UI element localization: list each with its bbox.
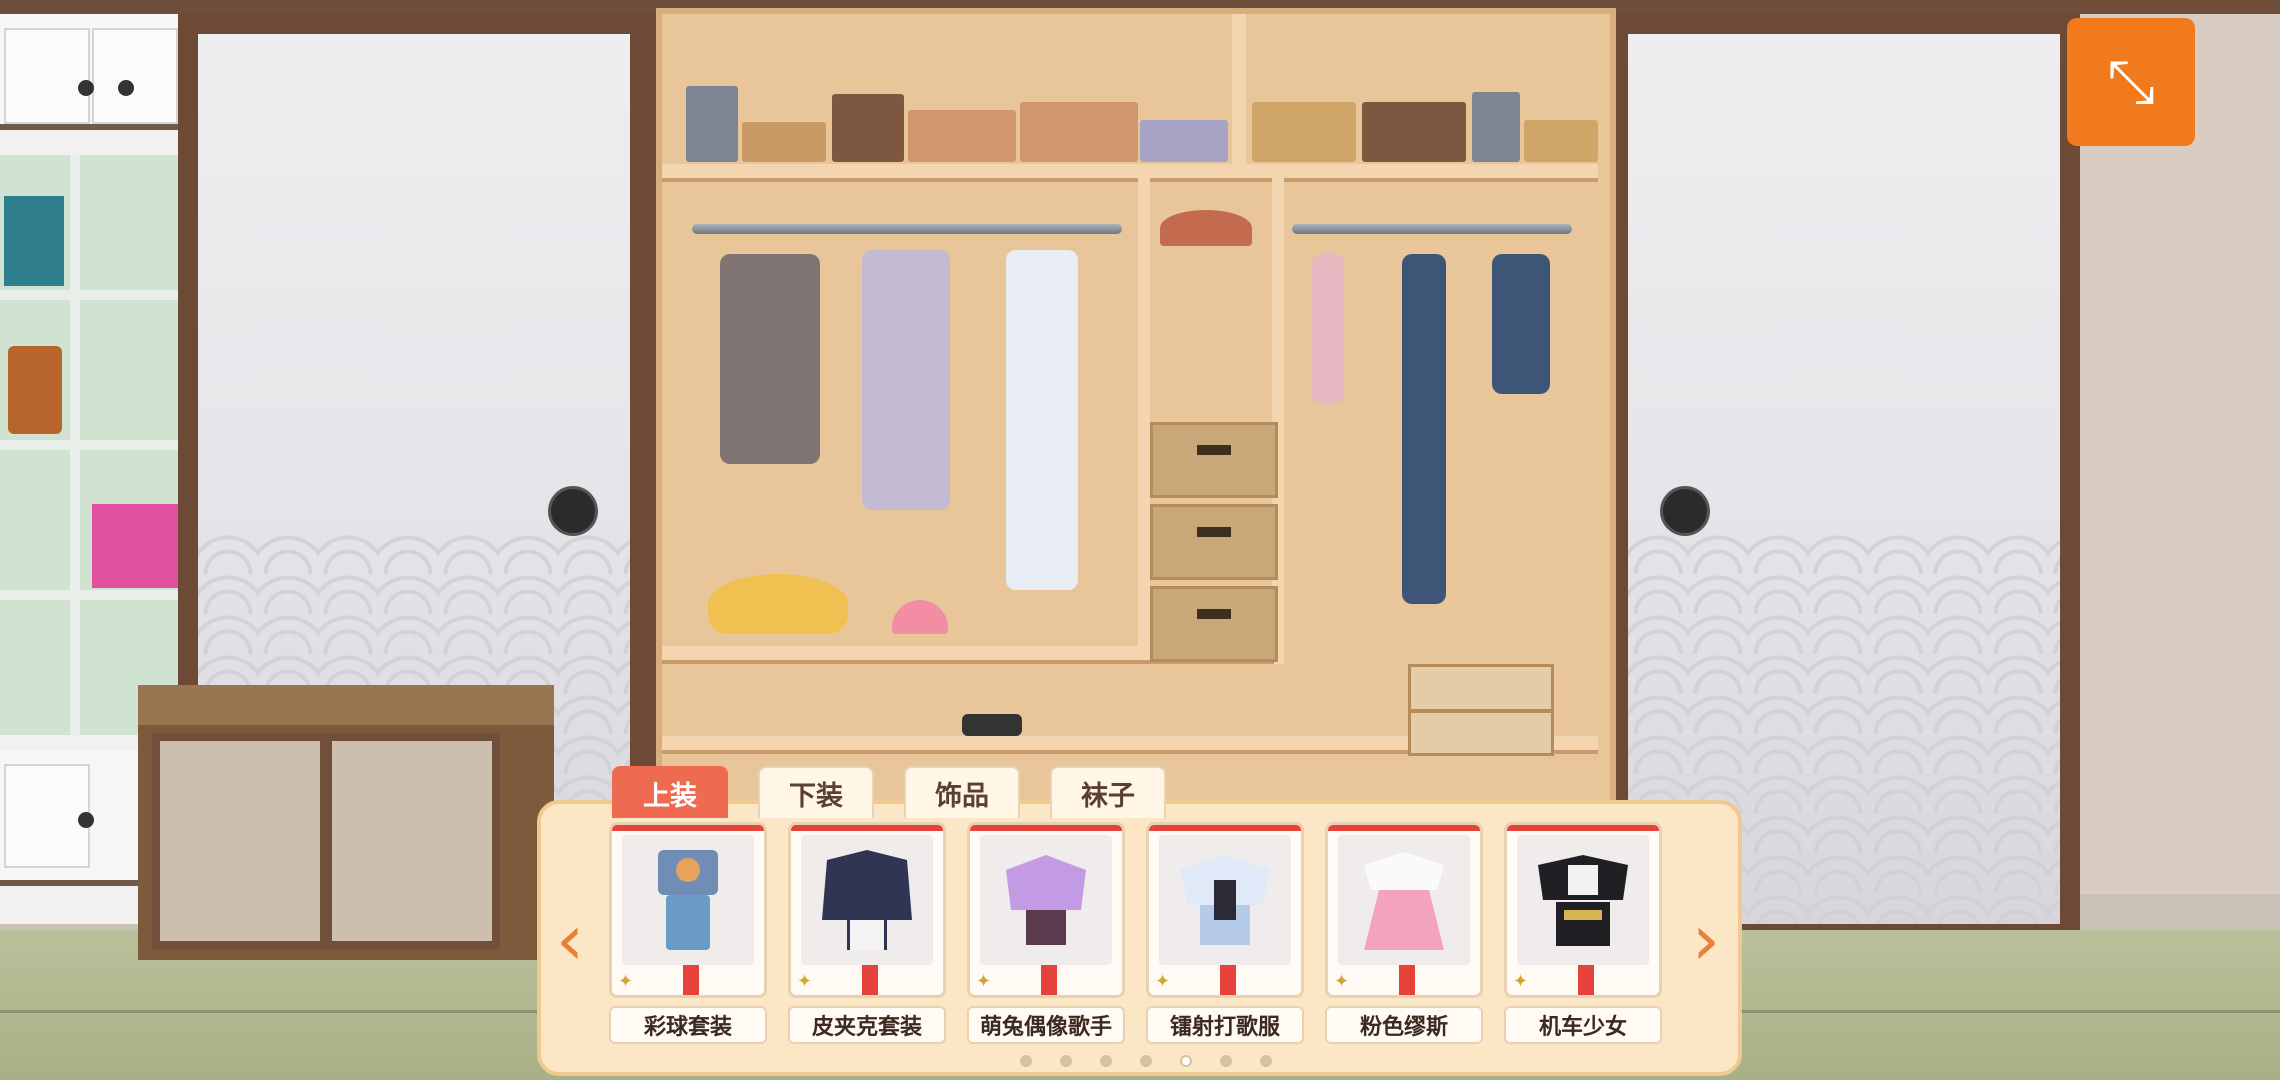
leather-jacket-icon (801, 835, 933, 965)
outfit-name[interactable]: 机车少女 (1504, 1006, 1662, 1044)
tab-socks[interactable]: 袜子 (1050, 766, 1166, 818)
outfit-name[interactable]: 萌兔偶像歌手 (967, 1006, 1125, 1044)
shirt-overalls-icon (622, 835, 754, 965)
biker-outfit-icon (1517, 835, 1649, 965)
outfit-name[interactable]: 镭射打歌服 (1146, 1006, 1304, 1044)
wardrobe (656, 8, 1616, 820)
door-knob (1660, 486, 1710, 536)
outfit-name[interactable]: 皮夹克套装 (788, 1006, 946, 1044)
page-dot[interactable] (1060, 1055, 1072, 1067)
door-knob (548, 486, 598, 536)
star-icon: ✦ (618, 971, 634, 992)
pink-dress-icon (1338, 835, 1470, 965)
star-icon: ✦ (976, 971, 992, 992)
outfit-card[interactable]: ✦ (1325, 822, 1483, 998)
right-sliding-door (1602, 14, 2080, 934)
outfit-card[interactable]: ✦ (609, 822, 767, 998)
page-dot-active[interactable] (1180, 1055, 1192, 1067)
gift-box (92, 504, 178, 588)
prev-page-button[interactable]: ‹ (542, 899, 598, 981)
page-dot[interactable] (1100, 1055, 1112, 1067)
cabinet-top (138, 685, 554, 725)
laser-outfit-icon (1159, 835, 1291, 965)
tab-bottoms[interactable]: 下装 (758, 766, 874, 818)
outfit-card[interactable]: ✦ (1504, 822, 1662, 998)
page-dot[interactable] (1020, 1055, 1032, 1067)
page-dot[interactable] (1140, 1055, 1152, 1067)
outfit-card[interactable]: ✦ (1146, 822, 1304, 998)
idol-outfit-icon (980, 835, 1112, 965)
collapse-arrows-icon: ⤡ (2107, 47, 2155, 117)
next-page-button[interactable]: › (1678, 899, 1734, 981)
upper-cupboard (0, 14, 178, 130)
outfit-name[interactable]: 彩球套装 (609, 1006, 767, 1044)
outfit-card[interactable]: ✦ (788, 822, 946, 998)
poster (4, 196, 64, 286)
outfit-card[interactable]: ✦ (967, 822, 1125, 998)
page-dot[interactable] (1220, 1055, 1232, 1067)
page-dot[interactable] (1260, 1055, 1272, 1067)
chevron-left-icon: ‹ (556, 899, 584, 981)
star-icon: ✦ (1155, 971, 1171, 992)
chevron-right-icon: › (1692, 899, 1720, 981)
back-wall (2080, 14, 2280, 894)
star-icon: ✦ (797, 971, 813, 992)
tab-tops[interactable]: 上装 (612, 766, 728, 818)
low-cabinet (138, 685, 554, 960)
tab-accessories[interactable]: 饰品 (904, 766, 1020, 818)
kalimba (8, 346, 62, 434)
collapse-view-button[interactable]: ⤡ (2067, 18, 2195, 146)
outfit-name[interactable]: 粉色缪斯 (1325, 1006, 1483, 1044)
star-icon: ✦ (1513, 971, 1529, 992)
star-icon: ✦ (1334, 971, 1350, 992)
